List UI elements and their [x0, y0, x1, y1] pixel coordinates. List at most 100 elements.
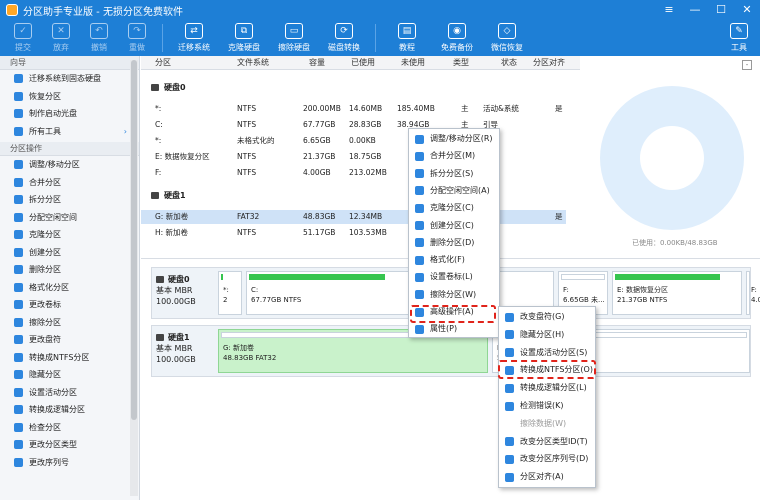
sidebar-item-op[interactable]: 更改序列号: [0, 454, 139, 472]
partition-usage-bar: [221, 274, 223, 280]
wechat-recover-icon: ◇: [498, 23, 516, 39]
toolbar-tutorial-button[interactable]: ▤ 教程: [382, 20, 432, 56]
table-row[interactable]: G: 新加卷FAT3248.83GB12.34MB无是: [141, 210, 566, 224]
toolbar-discard-button[interactable]: ✕ 放弃: [42, 20, 80, 56]
tutorial-icon: ▤: [398, 23, 416, 39]
submenu-item[interactable]: 改变盘符(G): [499, 309, 595, 325]
sidebar-item-op[interactable]: 更改盘符: [0, 331, 139, 349]
context-menu-item[interactable]: 设置卷标(L): [409, 269, 499, 285]
cell-used: 103.53MB: [349, 228, 387, 237]
sidebar-item-op[interactable]: 检查分区: [0, 419, 139, 437]
context-menu-item[interactable]: 删除分区(D): [409, 235, 499, 251]
toolbar-tools-button[interactable]: ✎ 工具: [720, 20, 758, 56]
sidebar-item-op[interactable]: 克隆分区: [0, 226, 139, 244]
context-menu-item[interactable]: 属性(P): [409, 321, 499, 337]
table-row[interactable]: H: 新加卷NTFS51.17GB103.53MB无: [141, 226, 566, 240]
col-filesystem[interactable]: 文件系统: [237, 56, 269, 70]
submenu-item[interactable]: 改变分区类型ID(T): [499, 434, 595, 450]
context-menu-item[interactable]: 擦除分区(W): [409, 287, 499, 303]
context-menu-item[interactable]: 格式化(F): [409, 252, 499, 268]
toolbar-divider: [375, 24, 376, 52]
partition-name: G: 新加卷: [223, 344, 255, 352]
col-type[interactable]: 类型: [453, 56, 469, 70]
partition-size: 2: [223, 296, 228, 304]
clone-icon: [14, 230, 23, 240]
menu-icon[interactable]: ≡: [656, 0, 682, 20]
check-icon: [14, 422, 23, 432]
sidebar-item-op[interactable]: 设置活动分区: [0, 384, 139, 402]
disk-partition-block[interactable]: *: 2: [218, 271, 242, 315]
toolbar-wechat-recover-button[interactable]: ◇ 微信恢复: [482, 20, 532, 56]
disk-partition-block[interactable]: F: 4.00...: [746, 271, 760, 315]
sidebar-item-op[interactable]: 擦除分区: [0, 314, 139, 332]
col-free[interactable]: 未使用: [401, 56, 425, 70]
col-capacity[interactable]: 容量: [309, 56, 325, 70]
maximize-icon[interactable]: ☐: [708, 0, 734, 20]
sidebar-item-op[interactable]: 转换成NTFS分区: [0, 349, 139, 367]
cell-cap: 67.77GB: [303, 120, 336, 129]
sidebar-item-op[interactable]: 删除分区: [0, 261, 139, 279]
context-menu-item[interactable]: 拆分分区(S): [409, 166, 499, 182]
sidebar-item-op[interactable]: 调整/移动分区: [0, 156, 139, 174]
cell-fs: FAT32: [237, 212, 260, 221]
sidebar-scrollbar[interactable]: [130, 60, 138, 496]
sidebar-item-op[interactable]: 合并分区: [0, 174, 139, 192]
submenu-item[interactable]: 设置成活动分区(S): [499, 345, 595, 361]
col-status[interactable]: 状态: [501, 56, 517, 70]
sidebar-item-all-tools[interactable]: 所有工具 ›: [0, 123, 139, 141]
sidebar-item-op[interactable]: 拆分分区: [0, 191, 139, 209]
submenu-item[interactable]: 分区对齐(A): [499, 469, 595, 485]
toolbar-submit-button[interactable]: ✓ 提交: [4, 20, 42, 56]
sidebar-item-op[interactable]: 更改分区类型: [0, 436, 139, 454]
table-row[interactable]: E: 数据恢复分区NTFS21.37GB18.75GB无: [141, 150, 566, 164]
toolbar-wipe-disk-button[interactable]: ▭ 擦除硬盘: [269, 20, 319, 56]
sidebar-item-op[interactable]: 更改卷标: [0, 296, 139, 314]
toolbar-clone-disk-button[interactable]: ⧉ 克隆硬盘: [219, 20, 269, 56]
drive-letter-icon: [14, 335, 23, 345]
col-align[interactable]: 分区对齐: [533, 56, 565, 70]
context-menu-item[interactable]: 创建分区(C): [409, 218, 499, 234]
toolbar-disk-convert-button[interactable]: ⟳ 磁盘转换: [319, 20, 369, 56]
redo-icon: ↷: [128, 23, 146, 39]
context-menu-item[interactable]: 合并分区(M): [409, 148, 499, 164]
submenu-item[interactable]: 转换成逻辑分区(L): [499, 380, 595, 396]
check-icon: ✓: [14, 23, 32, 39]
context-menu-item[interactable]: 调整/移动分区(R): [409, 131, 499, 147]
disk-partition-block[interactable]: E: 数据恢复分区 21.37GB NTFS: [612, 271, 742, 315]
sidebar-item-op[interactable]: 格式化分区: [0, 279, 139, 297]
minimize-icon[interactable]: —: [682, 0, 708, 20]
sidebar-item-boot-disc[interactable]: 制作启动光盘: [0, 105, 139, 123]
delete-icon: [415, 238, 424, 248]
hard-disk-icon: [151, 192, 159, 199]
collapse-icon[interactable]: -: [742, 60, 752, 70]
context-menu-item[interactable]: 克隆分区(C): [409, 200, 499, 216]
toolbar-redo-button[interactable]: ↷ 重做: [118, 20, 156, 56]
partition-table: 硬盘0 硬盘1 *: NTFS 200.00MB 14.60MB 185.40MB 主 活动…: [141, 70, 580, 256]
toolbar-backup-button[interactable]: ◉ 免费备份: [432, 20, 482, 56]
submenu-item[interactable]: 检测错误(K): [499, 398, 595, 414]
scrollbar-thumb[interactable]: [131, 60, 137, 420]
disc-icon: [14, 109, 23, 119]
sidebar-item-recover-partition[interactable]: 恢复分区: [0, 88, 139, 106]
table-row[interactable]: C: NTFS 67.77GB 28.83GB 38.94GB 主引导: [141, 118, 566, 132]
sidebar-item-op[interactable]: 分配空闲空间: [0, 209, 139, 227]
table-row[interactable]: *: NTFS 200.00MB 14.60MB 185.40MB 主 活动&系统 是: [141, 102, 566, 116]
sidebar-item-migrate-ssd[interactable]: 迁移系统到固态硬盘: [0, 70, 139, 88]
col-partition[interactable]: 分区: [155, 56, 171, 70]
toolbar-undo-button[interactable]: ↶ 撤销: [80, 20, 118, 56]
context-menu-item[interactable]: 分配空闲空间(A): [409, 183, 499, 199]
sidebar-guide-header: 向导: [0, 56, 139, 70]
close-icon[interactable]: ✕: [734, 0, 760, 20]
partition-usage-bar: [249, 274, 385, 280]
sidebar-item-op[interactable]: 创建分区: [0, 244, 139, 262]
submenu-item[interactable]: 隐藏分区(H): [499, 327, 595, 343]
toolbar-migrate-button[interactable]: ⇄ 迁移系统: [169, 20, 219, 56]
cancel-icon: ✕: [52, 23, 70, 39]
sidebar-item-op[interactable]: 转换成逻辑分区: [0, 401, 139, 419]
sidebar-item-op[interactable]: 隐藏分区: [0, 366, 139, 384]
col-used[interactable]: 已使用: [351, 56, 375, 70]
disk1-info: 硬盘1 基本 MBR 100.00GB: [156, 333, 196, 364]
table-row[interactable]: *:未格式化的6.65GB0.00KB无: [141, 134, 566, 148]
table-row[interactable]: F:NTFS4.00GB213.02MB无: [141, 166, 566, 180]
submenu-item[interactable]: 改变分区序列号(D): [499, 451, 595, 467]
